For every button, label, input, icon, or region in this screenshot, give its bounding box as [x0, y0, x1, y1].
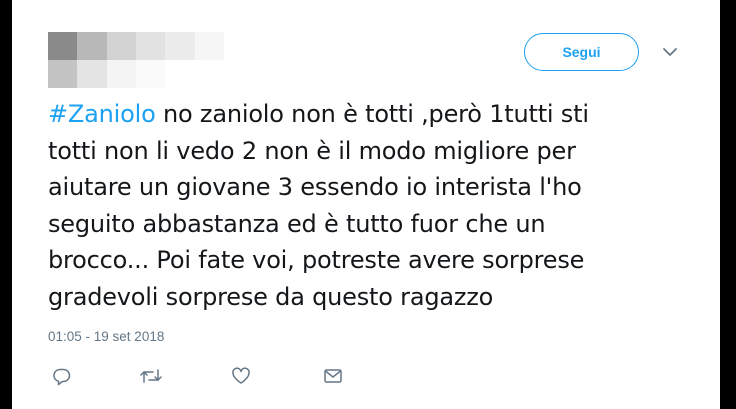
tweet-text-line: gradevoli sorprese da questo ragazzo [48, 282, 494, 311]
retweet-icon [140, 369, 162, 383]
reply-icon [53, 368, 71, 386]
heart-icon [232, 367, 250, 384]
retweet-button[interactable] [137, 362, 165, 390]
tweet-card: Segui #Zaniolo no zaniolo non è totti ,p… [12, 0, 720, 409]
hashtag-link[interactable]: #Zaniolo [48, 100, 156, 128]
envelope-icon [324, 369, 342, 383]
tweet-text-line: seguito abbastanza ed è tutto fuor che u… [48, 209, 546, 238]
tweet-timestamp[interactable]: 01:05 - 19 set 2018 [48, 329, 164, 344]
tweet-text-line: brocco... Poi fate voi, potreste avere s… [48, 246, 585, 274]
follow-button[interactable]: Segui [524, 33, 639, 71]
message-button[interactable] [319, 362, 347, 390]
tweet-text: #Zaniolo no zaniolo non è totti ,però 1t… [48, 96, 688, 315]
redacted-user-identity [48, 32, 224, 88]
tweet-text-line: aiutare un giovane 3 essendo io interist… [48, 173, 582, 201]
like-button[interactable] [227, 362, 255, 390]
reply-button[interactable] [48, 362, 76, 390]
chevron-down-icon[interactable] [662, 44, 678, 60]
tweet-text-line: no zaniolo non è totti ,però 1tutti sti [155, 100, 589, 128]
tweet-text-line: totti non li vedo 2 non è il modo miglio… [48, 136, 576, 165]
